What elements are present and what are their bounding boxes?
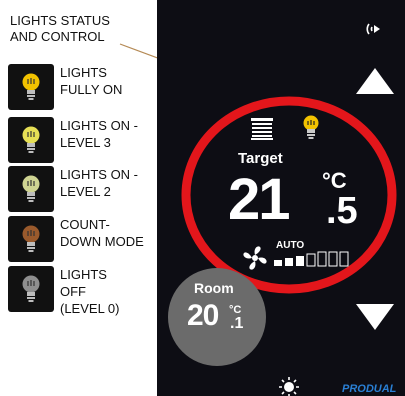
room-label: Room — [194, 280, 234, 296]
brand-logo: PRODUAL — [342, 383, 397, 395]
fan-speed-bar — [285, 258, 293, 266]
legend-item: LIGHTS OFF (LEVEL 0) — [8, 266, 168, 316]
fan-speed-bar — [317, 251, 327, 267]
fan-icon[interactable] — [241, 244, 269, 272]
legend-item: LIGHTS ON - LEVEL 3 — [8, 117, 168, 163]
blinds-icon[interactable] — [251, 118, 273, 140]
brightness-icon[interactable] — [279, 377, 299, 396]
fan-speed-bars[interactable] — [273, 251, 351, 267]
fan-mode-label: AUTO — [276, 240, 305, 251]
fan-speed-bar — [274, 260, 282, 266]
bulb-icon — [8, 266, 54, 312]
bulb-icon — [8, 166, 54, 212]
target-temperature-value: 21 — [228, 167, 290, 232]
fan-speed-bar — [328, 251, 338, 267]
wireless-icon[interactable] — [365, 20, 383, 38]
bulb-icon — [8, 216, 54, 262]
lights-status-bulb-icon[interactable] — [302, 115, 320, 141]
bulb-icon — [8, 117, 54, 163]
decrease-temperature-button[interactable] — [356, 304, 394, 330]
legend-item: LIGHTS ON - LEVEL 2 — [8, 166, 168, 212]
room-temperature-value: 20 — [187, 299, 219, 332]
legend-item: LIGHTS FULLY ON — [8, 64, 168, 110]
target-temperature-decimal: .5 — [326, 190, 358, 232]
fan-speed-bar — [339, 251, 349, 267]
increase-temperature-button[interactable] — [356, 68, 394, 94]
bulb-icon — [8, 64, 54, 110]
room-temperature-decimal: .1 — [230, 315, 244, 332]
fan-speed-bar — [306, 253, 316, 267]
fan-speed-bar — [296, 256, 304, 266]
legend-item: COUNT- DOWN MODE — [8, 216, 168, 262]
target-label: Target — [238, 150, 283, 167]
